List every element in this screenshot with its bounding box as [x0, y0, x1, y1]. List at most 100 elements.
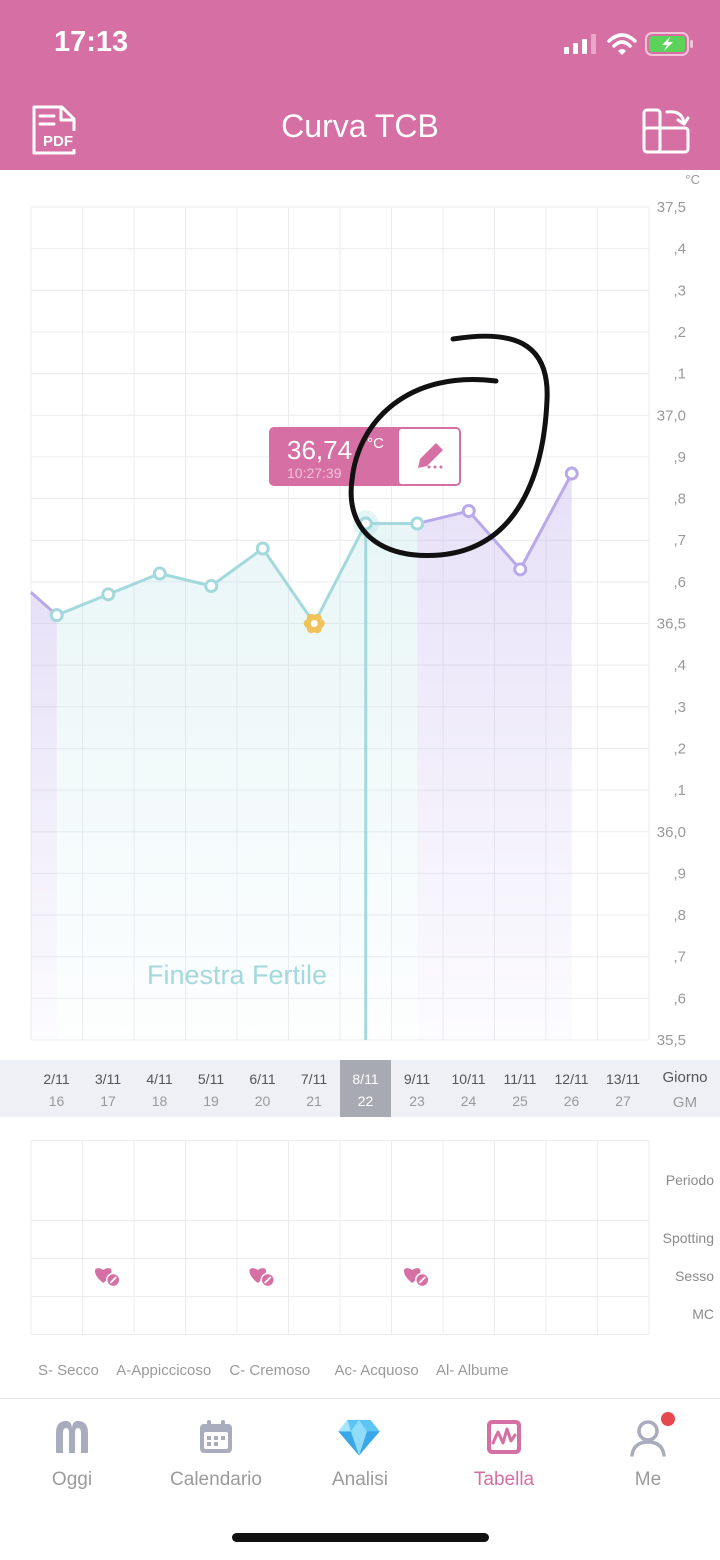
day-axis-label: Giorno — [662, 1069, 708, 1086]
events-grid: Periodo Spotting Sesso MC — [0, 1140, 720, 1340]
wifi-icon — [607, 33, 637, 55]
event-row-label: Spotting — [662, 1230, 714, 1246]
y-tick-label: ,4 — [673, 657, 686, 674]
cycle-day-label: 18 — [151, 1093, 168, 1109]
cycle-day-label: 23 — [409, 1093, 425, 1109]
y-tick-label: ,4 — [673, 241, 686, 258]
cycle-day-label: 17 — [100, 1093, 116, 1109]
y-tick-label: ,2 — [673, 324, 686, 341]
data-point — [204, 579, 219, 594]
legend-item: S- Secco — [38, 1362, 99, 1379]
date-cell[interactable]: 6/11 20 — [237, 1060, 288, 1117]
date-label: 6/11 — [249, 1071, 276, 1087]
fertile-window-label: Finestra Fertile — [147, 960, 327, 990]
date-cell[interactable]: 8/11 22 — [340, 1060, 391, 1117]
cycle-day-label: 21 — [306, 1093, 322, 1109]
date-label: 7/11 — [300, 1071, 328, 1087]
legend-item: C- Cremoso — [229, 1362, 311, 1379]
tab-tabella[interactable]: Tabella — [432, 1399, 576, 1509]
temperature-unit: °C — [685, 172, 700, 187]
tab-oggi[interactable]: Oggi — [0, 1399, 144, 1509]
rotate-screen-icon[interactable] — [640, 104, 692, 156]
data-point — [152, 566, 167, 581]
signal-icon — [564, 34, 596, 54]
data-point — [101, 587, 116, 602]
tab-label: Tabella — [473, 1469, 535, 1490]
event-row-label: Periodo — [665, 1172, 714, 1188]
heart-icon — [403, 1268, 430, 1288]
cycle-day-label: 24 — [460, 1093, 477, 1109]
y-tick-label: 36,5 — [657, 616, 686, 633]
date-label: 12/11 — [554, 1071, 589, 1087]
tab-calendario[interactable]: Calendario — [144, 1399, 288, 1509]
y-tick-label: ,1 — [673, 782, 686, 799]
y-tick-label: 36,0 — [657, 824, 686, 841]
heart-icon — [94, 1268, 121, 1288]
battery-icon — [645, 32, 693, 56]
date-axis: Giorno GM 2/11 16 3/11 17 4/11 18 5/11 19 6/11 20… — [0, 1060, 720, 1117]
data-point — [255, 541, 270, 556]
bbt-chart[interactable]: 37,5 ,4 ,3 ,2 ,1 37,0 ,9 ,8 ,7 ,6 36,5 ,4 ,3 ,2 ,1 36,0… — [0, 170, 720, 1060]
date-cell[interactable]: 13/11 27 — [598, 1060, 649, 1117]
date-label: 8/11 — [352, 1071, 379, 1087]
tab-analisi[interactable]: Analisi — [288, 1399, 432, 1509]
y-tick-label: ,7 — [673, 949, 686, 966]
date-label: 5/11 — [197, 1071, 225, 1087]
status-time: 17:13 — [54, 26, 129, 58]
date-cell[interactable]: 9/11 23 — [392, 1060, 443, 1117]
cycle-day-label: 16 — [48, 1093, 65, 1109]
tooltip-time: 10:27:39 — [287, 465, 342, 481]
date-label: 3/11 — [94, 1071, 122, 1087]
date-label: 4/11 — [146, 1071, 173, 1087]
luteal-area — [31, 590, 57, 1040]
date-cell[interactable]: 12/11 26 — [546, 1060, 597, 1117]
cycle-day-label: 20 — [254, 1093, 271, 1109]
calendar-icon — [200, 1420, 232, 1453]
y-tick-label: ,1 — [673, 366, 686, 383]
date-cell[interactable]: 3/11 17 — [83, 1060, 134, 1117]
date-cell[interactable]: 7/11 21 — [289, 1060, 340, 1117]
tooltip-value: 36,74 — [287, 435, 352, 465]
status-bar: 17:13 — [0, 0, 720, 90]
date-label: 11/11 — [503, 1071, 537, 1087]
home-indicator — [232, 1533, 489, 1542]
tooltip-unit: °C — [367, 435, 384, 452]
cycle-day-axis-label: GM — [672, 1094, 698, 1111]
tab-label: Analisi — [332, 1469, 388, 1490]
y-tick-label: ,8 — [673, 907, 686, 924]
date-cell[interactable]: 5/11 19 — [186, 1060, 237, 1117]
cycle-day-label: 19 — [203, 1093, 219, 1109]
tab-label: Me — [634, 1469, 662, 1490]
luteal-area — [417, 473, 572, 1040]
y-tick-label: 35,5 — [657, 1032, 686, 1049]
data-point — [461, 504, 476, 519]
y-tick-label: 37,0 — [657, 407, 686, 424]
date-label: 2/11 — [43, 1071, 70, 1087]
y-tick-label: ,2 — [673, 740, 686, 757]
chart-icon — [487, 1420, 521, 1454]
today-icon — [56, 1421, 88, 1453]
notification-dot-icon — [661, 1412, 675, 1426]
cycle-day-label: 27 — [615, 1093, 631, 1109]
y-tick-label: ,3 — [673, 699, 686, 716]
event-row-label: Sesso — [675, 1268, 714, 1284]
nav-bar: PDF Curva TCB — [0, 90, 720, 170]
tab-label: Calendario — [170, 1469, 262, 1490]
date-cell[interactable]: 2/11 16 — [31, 1060, 82, 1117]
page-title: Curva TCB — [281, 108, 439, 144]
legend-item: A-Appiccicoso — [116, 1362, 212, 1379]
date-cell[interactable]: 11/11 25 — [495, 1060, 546, 1117]
y-tick-label: ,3 — [673, 282, 686, 299]
data-point — [410, 516, 425, 531]
date-cell[interactable]: 4/11 18 — [134, 1060, 185, 1117]
y-tick-label: ,9 — [673, 449, 686, 466]
date-cell[interactable]: 10/11 24 — [443, 1060, 494, 1117]
data-point — [49, 608, 64, 623]
legend-item: Ac- Acquoso — [334, 1362, 419, 1379]
tab-me[interactable]: Me — [576, 1399, 720, 1509]
heart-icon — [249, 1268, 275, 1288]
y-tick-label: 37,5 — [657, 199, 686, 216]
y-tick-label: ,9 — [673, 865, 686, 882]
y-tick-label: ,6 — [673, 990, 686, 1007]
mucus-legend: S- Secco A-Appiccicoso C- Cremoso Ac- Ac… — [38, 1362, 523, 1379]
